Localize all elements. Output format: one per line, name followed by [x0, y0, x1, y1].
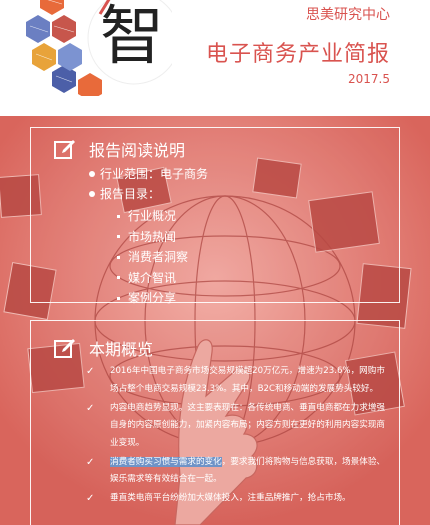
overview-panel: 本期概览 ✓ 2016年中国电子商务市场交易规模超20万亿元，增速为23.6%，网…	[30, 320, 400, 525]
report-title: 电子商务产业简报	[205, 42, 390, 67]
list-item: 行业范围：电子商务	[89, 164, 208, 184]
toc-item-label: 行业概况	[128, 209, 177, 223]
list-item: 报告目录：	[89, 184, 208, 204]
toc-label: 报告目录：	[100, 187, 161, 201]
check-icon: ✓	[86, 366, 95, 377]
bullet-dot	[89, 191, 95, 197]
reading-guide-panel: 报告阅读说明 行业范围：电子商务 报告目录： 行业概况 市场热闻 消费者洞察 媒…	[30, 127, 400, 305]
overview-text: 垂直类电商平台纷纷加大媒体投入，注重品牌推广，抢占市场。	[110, 493, 351, 503]
edit-icon	[54, 140, 75, 159]
check-icon: ✓	[86, 402, 95, 414]
panel-header: 本期概览	[53, 335, 153, 361]
toc-item: 消费者洞察	[117, 247, 188, 268]
overview-text: 2016年中国电子商务市场交易规模超20万亿元，增速为23.6%，网购市场占整个…	[110, 366, 385, 394]
industry-scope: 行业范围：电子商务	[100, 167, 209, 181]
bullet-dot	[89, 171, 95, 177]
table-of-contents: 行业概况 市场热闻 消费者洞察 媒介智讯 案例分享	[117, 206, 188, 309]
toc-item: 案例分享	[117, 288, 188, 309]
list-item: ✓ 2016年中国电子商务市场交易规模超20万亿元，增速为23.6%，网购市场占整…	[86, 363, 391, 398]
check-icon: ✓	[86, 456, 95, 468]
guide-bullets: 行业范围：电子商务 报告目录：	[89, 164, 208, 204]
overview-items: ✓ 2016年中国电子商务市场交易规模超20万亿元，增速为23.6%，网购市场占整…	[86, 363, 391, 509]
panel-header: 报告阅读说明	[53, 136, 185, 162]
panel-title: 报告阅读说明	[89, 141, 186, 160]
toc-item: 媒介智讯	[117, 268, 188, 289]
list-item: ✓ 消费者购买习惯与需求的变化，要求我们将购物与信息获取，场景体验、娱乐需求等有效…	[86, 454, 391, 489]
list-item: ✓ 垂直类电商平台纷纷加大媒体投入，注重品牌推广，抢占市场。	[86, 490, 391, 508]
toc-item-label: 媒介智讯	[128, 270, 177, 285]
toc-item: 行业概况	[117, 206, 188, 227]
toc-item-label: 市场热闻	[128, 229, 177, 244]
list-item: ✓ 内容电商趋势显现。这主要表现在：各传统电商、垂直电商都在力求增强自身的内容原创…	[86, 400, 391, 453]
logo-char: 智	[100, 0, 164, 74]
highlighted-text: 消费者购买习惯与需求的变化	[110, 456, 222, 467]
overview-text: 内容电商趋势显现。这主要表现在：各传统电商、垂直电商都在力求增强自身的内容原创能…	[110, 402, 386, 448]
edit-icon	[54, 339, 75, 358]
toc-item: 市场热闻	[117, 227, 188, 248]
report-date: 2017.5	[348, 72, 390, 86]
report-header: 智 思美研究中心 电子商务产业简报 2017.5	[0, 0, 430, 116]
check-icon: ✓	[86, 493, 95, 504]
organization-name: 思美研究中心	[306, 7, 390, 23]
toc-item-label: 案例分享	[128, 291, 177, 305]
panel-title: 本期概览	[89, 340, 154, 359]
toc-item-label: 消费者洞察	[128, 250, 189, 264]
brain-logo: 智	[26, 0, 172, 96]
